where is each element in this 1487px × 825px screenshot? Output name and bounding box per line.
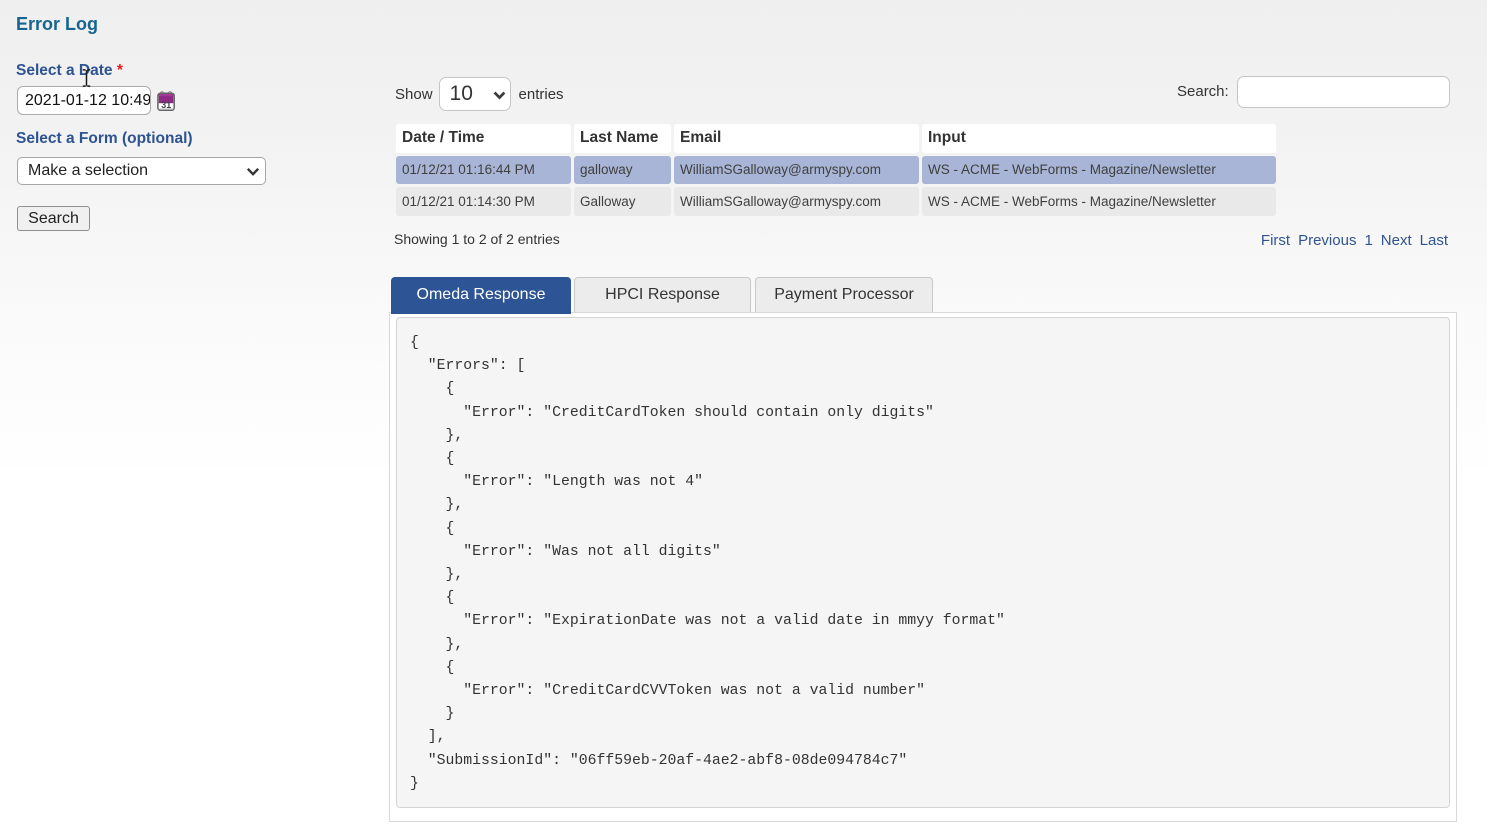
svg-text:31: 31 <box>161 100 171 110</box>
